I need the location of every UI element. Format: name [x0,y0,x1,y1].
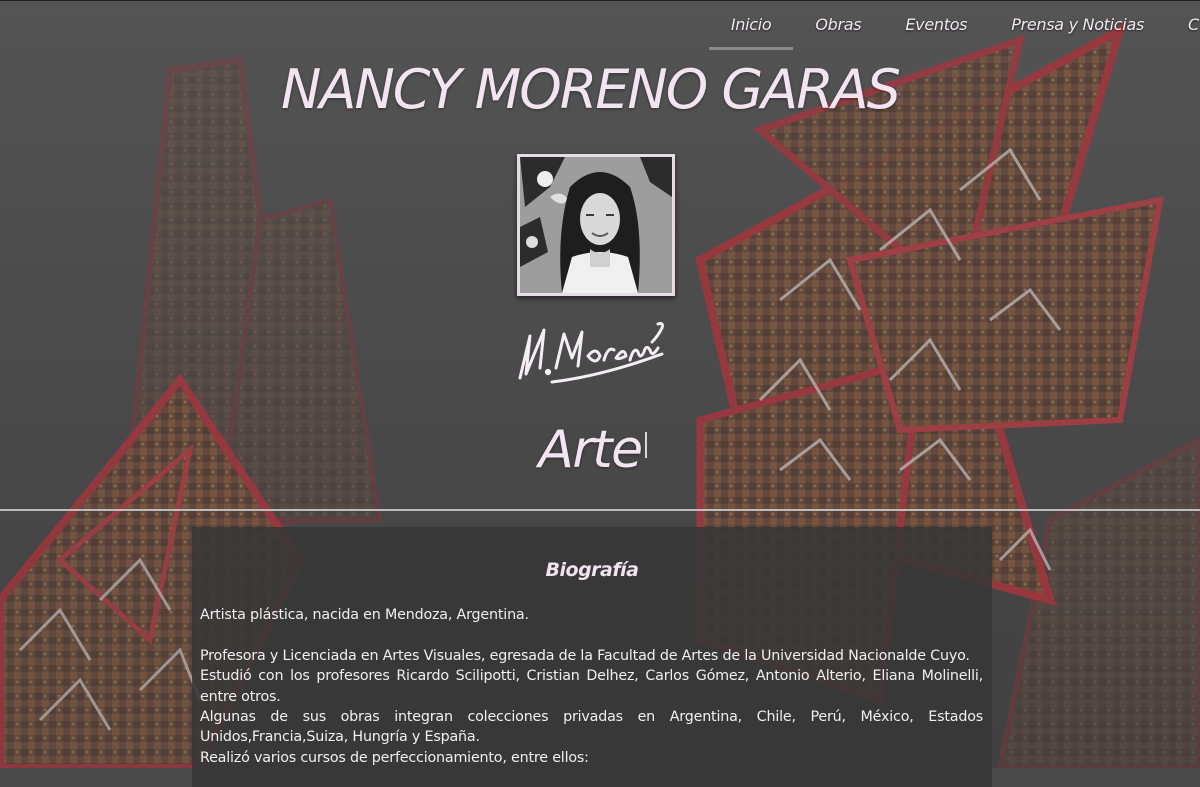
bio-paragraph: Estudió con los profesores Ricardo Scili… [200,668,983,705]
site-title: NANCY MORENO GARAS [281,58,901,121]
typing-cursor [645,432,647,458]
bio-paragraph: Artista plástica, nacida en Mendoza, Arg… [200,607,529,623]
header-divider [0,509,1200,511]
bio-spacer [200,625,983,645]
bio-paragraph: Algunas de sus obras integran coleccione… [200,709,983,746]
artist-portrait [517,154,675,296]
main-nav: Inicio Obras Eventos Prensa y Noticias C [708,0,1200,52]
nav-item-prensa-y-noticias[interactable]: Prensa y Noticias [989,0,1166,50]
nav-item-contacto[interactable]: C [1166,0,1200,50]
nav-item-obras[interactable]: Obras [793,0,883,50]
artist-signature [518,322,664,384]
tagline: Arte [538,420,643,480]
biography-panel: Biografía Artista plástica, nacida en Me… [192,527,992,787]
biography-title: Biografía [545,559,639,581]
bio-paragraph: Profesora y Licenciada en Artes Visuales… [200,647,970,664]
biography-text: Artista plástica, nacida en Mendoza, Arg… [200,605,983,768]
bio-paragraph: Realizó varios cursos de perfeccionamien… [200,749,589,766]
nav-item-inicio[interactable]: Inicio [708,0,794,50]
nav-item-eventos[interactable]: Eventos [883,0,989,50]
